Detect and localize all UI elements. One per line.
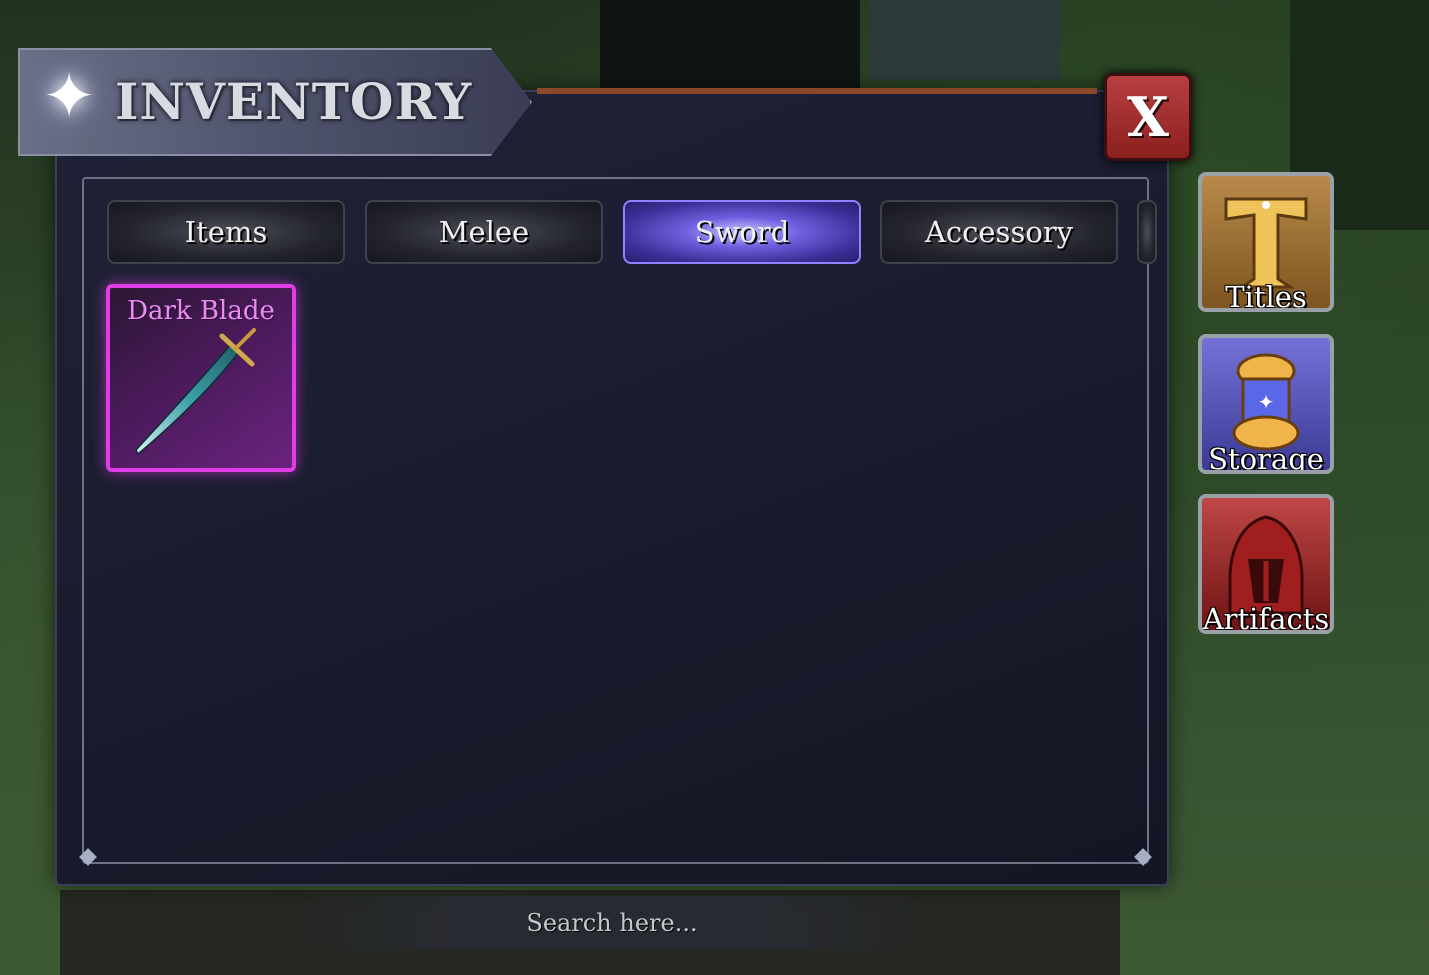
tab-overflow[interactable] xyxy=(1137,200,1157,264)
inventory-item-card[interactable]: Dark Blade xyxy=(106,284,296,472)
background-tree xyxy=(600,0,860,90)
sparkle-icon: ✦ xyxy=(42,60,96,134)
close-button[interactable]: X xyxy=(1104,73,1192,161)
panel-accent-bar xyxy=(537,88,1097,94)
search-input[interactable] xyxy=(300,896,924,950)
page-title: INVENTORY xyxy=(115,72,473,131)
inventory-grid-frame xyxy=(82,177,1149,864)
storage-label: Storage xyxy=(1208,442,1324,474)
storage-button[interactable]: ✦ Storage xyxy=(1198,334,1334,474)
tab-melee[interactable]: Melee xyxy=(365,200,603,264)
titles-button[interactable]: Titles xyxy=(1198,172,1334,312)
sword-icon xyxy=(135,328,256,456)
svg-text:✦: ✦ xyxy=(1258,390,1275,414)
tab-items[interactable]: Items xyxy=(107,200,345,264)
background-rock xyxy=(870,0,1060,80)
artifacts-label: Artifacts xyxy=(1202,602,1330,634)
artifacts-button[interactable]: Artifacts xyxy=(1198,494,1334,634)
titles-label: Titles xyxy=(1225,280,1307,312)
tab-accessory[interactable]: Accessory xyxy=(880,200,1118,264)
tab-sword[interactable]: Sword xyxy=(623,200,861,264)
